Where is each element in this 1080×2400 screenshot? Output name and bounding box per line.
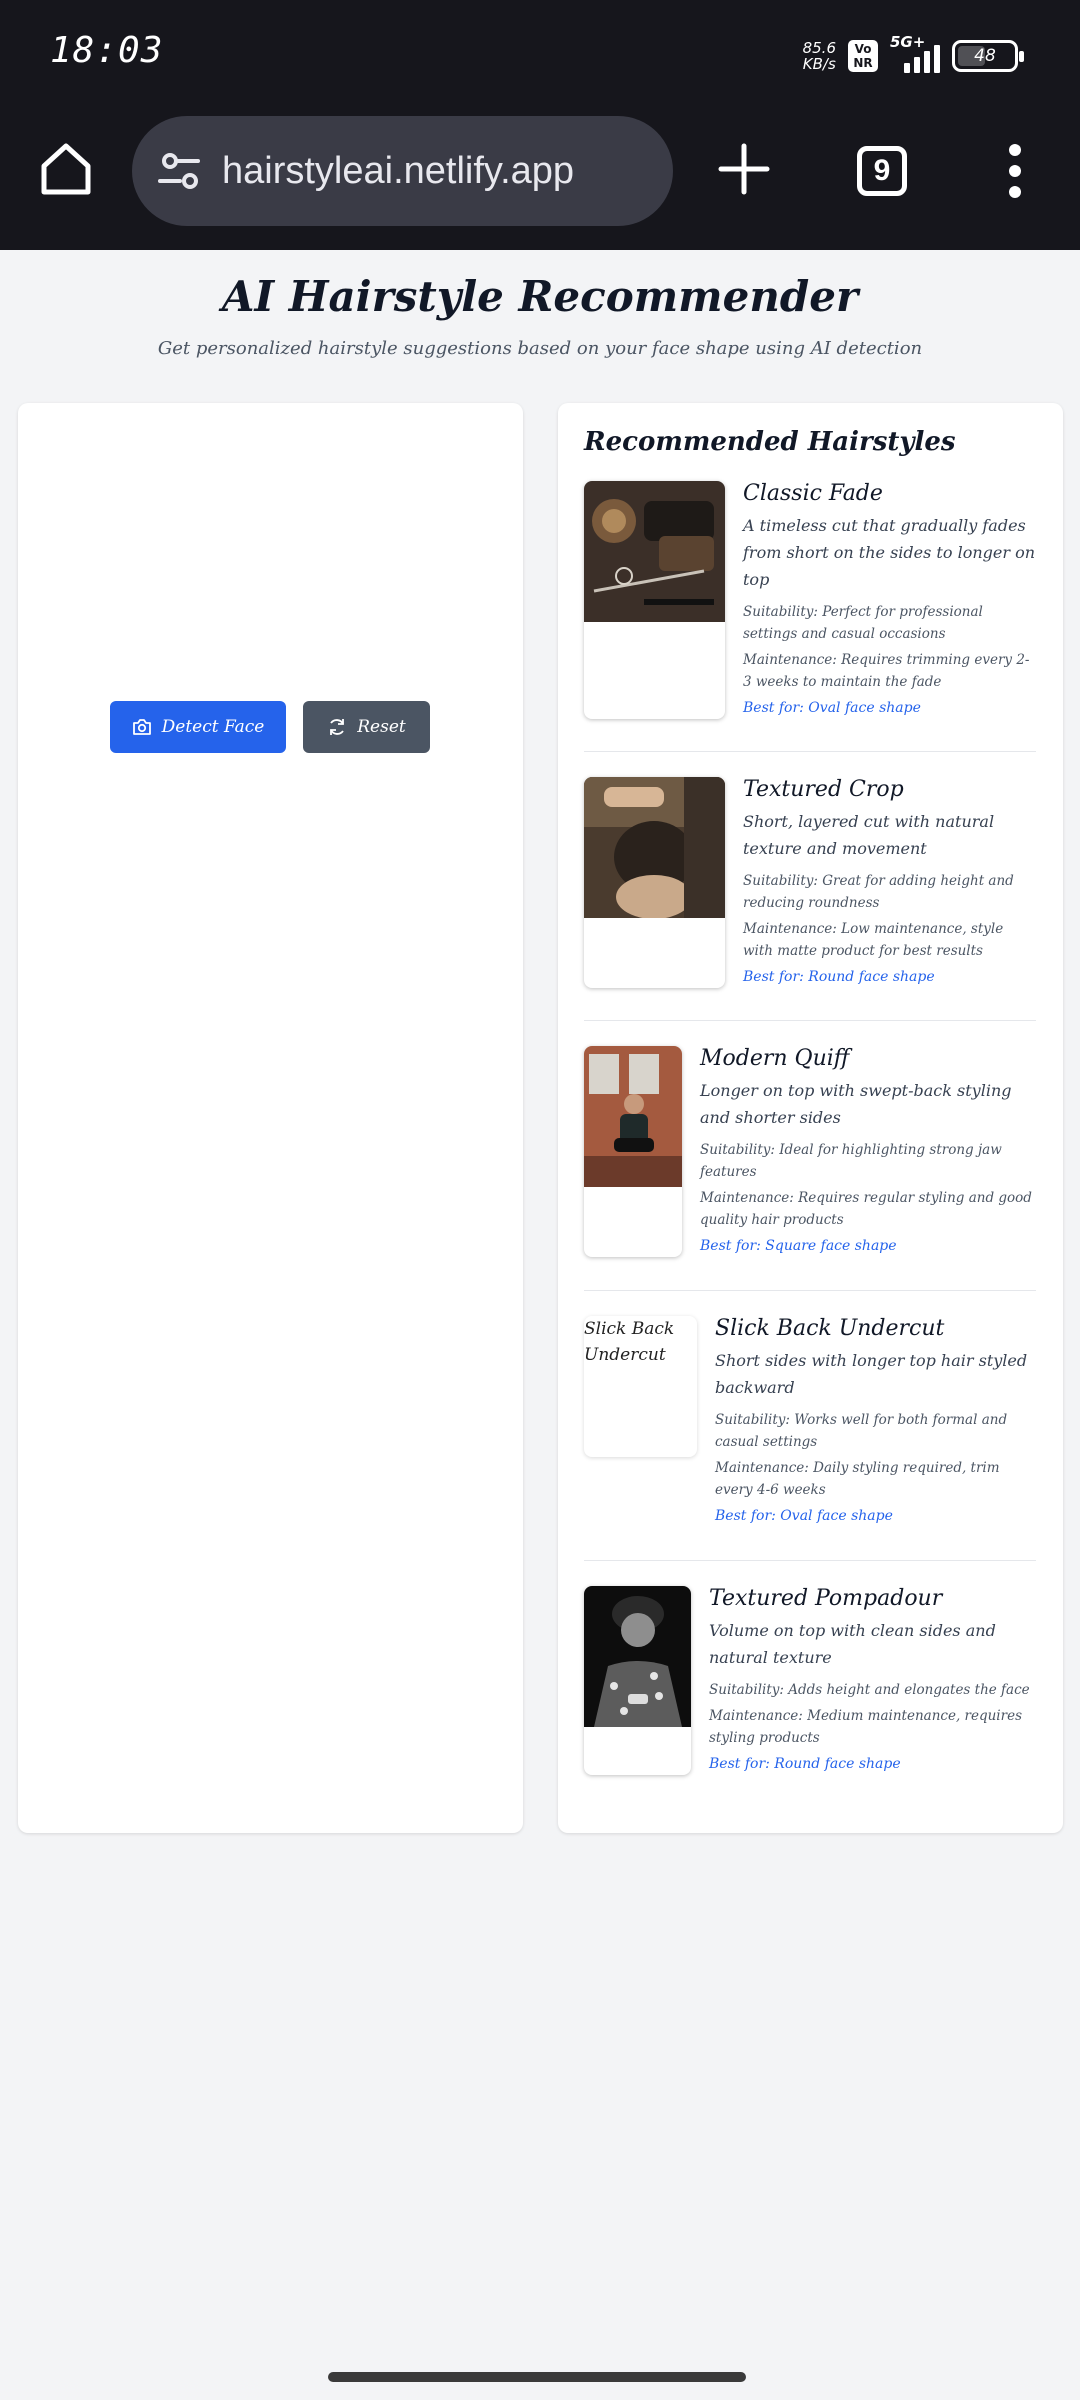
divider [584,1560,1036,1561]
hairstyle-maintenance: Maintenance: Daily styling required, tri… [715,1460,1000,1498]
url-text[interactable]: hairstyleai.netlify.app [222,150,574,193]
battery-icon: 48 [952,40,1024,72]
gesture-nav-handle[interactable] [328,2372,746,2382]
hairstyle-description: Longer on top with swept-back styling an… [700,1081,1012,1127]
hairstyle-item: Slick Back Undercut Slick Back Undercut … [584,1316,1036,1527]
hairstyle-name: Classic Fade [743,481,883,506]
divider [584,1020,1036,1021]
hairstyle-image [584,1046,682,1257]
hairstyle-maintenance: Maintenance: Medium maintenance, require… [709,1708,1022,1746]
hairstyle-item: Modern Quiff Longer on top with swept-ba… [584,1046,1036,1257]
hairstyle-best-for: Best for: Round face shape [709,1756,901,1772]
hairstyle-best-for: Best for: Oval face shape [743,700,921,716]
signal-icon: 5G+ [890,33,940,73]
new-tab-icon[interactable] [715,140,773,198]
refresh-icon [330,719,345,735]
hairstyle-best-for: Best for: Oval face shape [715,1508,893,1524]
hairstyle-maintenance: Maintenance: Low maintenance, style with… [743,921,1004,959]
reset-button[interactable]: Reset [303,701,430,753]
status-time: 18:03 [50,30,164,71]
hairstyle-image [584,481,725,719]
hairstyle-maintenance: Maintenance: Requires regular styling an… [700,1190,1032,1228]
browser-chrome: 18:03 85.6 KB/s Vo NR 5G+ 48 hairstyleai… [0,0,1080,250]
volte-icon: Vo NR [848,40,878,72]
camera-card: Detect Face Reset [18,403,523,1833]
hairstyle-item: Classic Fade A timeless cut that gradual… [584,481,1036,719]
url-bar[interactable]: hairstyleai.netlify.app [132,116,673,226]
divider [584,751,1036,752]
hairstyle-image-broken: Slick Back Undercut [584,1316,697,1457]
hairstyle-suitability: Suitability: Perfect for professional se… [743,604,983,642]
hairstyle-suitability: Suitability: Adds height and elongates t… [709,1682,1030,1698]
site-settings-icon[interactable] [154,145,206,197]
net-speed: 85.6 KB/s [802,39,836,73]
hairstyle-maintenance: Maintenance: Requires trimming every 2-3… [743,652,1030,690]
tab-switcher-button[interactable]: 9 [857,146,907,196]
camera-icon [132,719,151,735]
hairstyle-suitability: Suitability: Works well for both formal … [715,1412,1008,1450]
hairstyle-item: Textured Pompadour Volume on top with cl… [584,1586,1036,1775]
hairstyle-name: Modern Quiff [700,1046,850,1071]
hairstyle-description: Short, layered cut with natural texture … [743,812,995,858]
hairstyle-suitability: Suitability: Great for adding height and… [743,873,1014,911]
more-menu-icon[interactable] [1000,144,1030,198]
hairstyle-name: Slick Back Undercut [715,1316,945,1341]
hairstyle-image [584,777,725,988]
recommendations-heading: Recommended Hairstyles [584,427,956,457]
hairstyle-item: Textured Crop Short, layered cut with na… [584,777,1036,988]
recommendations-card: Recommended Hairstyles Classic Fade A ti… [558,403,1063,1833]
hairstyle-image [584,1586,691,1775]
detect-face-button[interactable]: Detect Face [110,701,286,753]
home-icon[interactable] [36,138,96,198]
page-subtitle: Get personalized hairstyle suggestions b… [157,338,923,359]
hairstyle-description: A timeless cut that gradually fades from… [743,516,1036,589]
hairstyle-description: Short sides with longer top hair styled … [715,1351,1028,1397]
hairstyle-suitability: Suitability: Ideal for highlighting stro… [700,1142,1002,1180]
hairstyle-name: Textured Pompadour [709,1586,943,1611]
hairstyle-name: Textured Crop [743,777,904,802]
page-title: AI Hairstyle Recommender [221,272,859,321]
hairstyle-best-for: Best for: Square face shape [700,1238,897,1254]
status-icons: 85.6 KB/s Vo NR 5G+ 48 [802,33,1024,76]
divider [584,1290,1036,1291]
hairstyle-best-for: Best for: Round face shape [743,969,935,985]
hairstyle-description: Volume on top with clean sides and natur… [709,1621,996,1667]
